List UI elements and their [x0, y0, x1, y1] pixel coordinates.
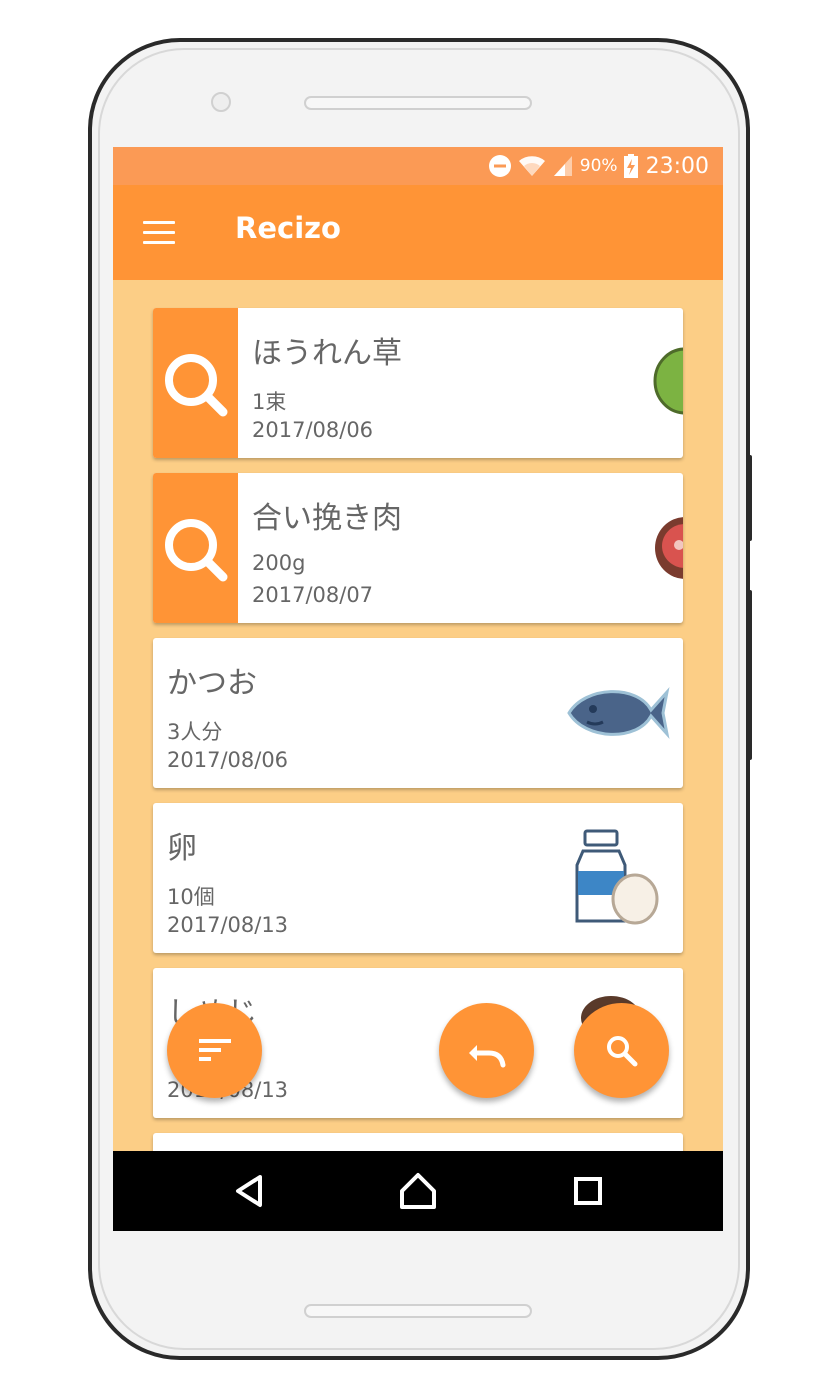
food-item-card[interactable]: かつお 3人分 2017/08/06 — [153, 638, 683, 788]
app-bar: Recizo — [113, 185, 723, 280]
status-bar: 90% 23:00 — [113, 147, 723, 185]
search-button[interactable] — [574, 1003, 669, 1098]
food-item-card[interactable]: 卵 10個 2017/08/13 — [153, 803, 683, 953]
battery-charging-icon — [623, 154, 638, 178]
recents-icon[interactable] — [568, 1171, 608, 1211]
front-camera — [211, 92, 231, 112]
signal-icon — [553, 156, 572, 176]
item-quantity: 3人分 — [167, 720, 223, 744]
spinach-icon — [653, 347, 683, 415]
navigation-bar — [113, 1151, 723, 1231]
item-name: ほうれん草 — [252, 336, 402, 371]
milk-egg-icon — [575, 829, 659, 925]
item-quantity: 1束 — [252, 390, 287, 414]
power-button — [746, 590, 752, 760]
app-title: Recizo — [235, 211, 341, 245]
search-icon — [165, 354, 228, 417]
item-name: かつお — [167, 666, 257, 701]
do-not-disturb-icon — [488, 155, 511, 177]
volume-button — [746, 455, 752, 541]
search-icon — [165, 519, 228, 582]
top-speaker — [304, 96, 532, 110]
recipe-search-button[interactable] — [153, 308, 238, 458]
screen: 90% 23:00 Recizo ほうれん草 1束 2017/08/06 合い挽… — [113, 147, 723, 1231]
wifi-icon — [518, 156, 545, 176]
hamburger-menu-icon[interactable] — [143, 221, 175, 245]
bottom-speaker — [304, 1304, 532, 1318]
item-date: 2017/08/06 — [167, 748, 289, 772]
fish-icon — [567, 686, 670, 740]
clock: 23:00 — [645, 153, 709, 179]
back-icon[interactable] — [230, 1171, 270, 1211]
sort-icon — [199, 1039, 231, 1061]
item-date: 2017/08/13 — [167, 913, 289, 937]
item-date: 2017/08/07 — [252, 583, 374, 607]
item-date: 2017/08/06 — [252, 418, 374, 442]
undo-button[interactable] — [439, 1003, 534, 1098]
item-quantity: 10個 — [167, 885, 215, 909]
food-item-card[interactable]: ほうれん草 1束 2017/08/06 — [153, 308, 683, 458]
item-name: 卵 — [167, 831, 197, 866]
sort-button[interactable] — [167, 1003, 262, 1098]
search-icon — [607, 1036, 638, 1067]
item-quantity: 200g — [252, 551, 306, 575]
recipe-search-button[interactable] — [153, 473, 238, 623]
item-name: 合い挽き肉 — [252, 501, 402, 536]
battery-percent: 90% — [579, 156, 618, 176]
undo-icon — [469, 1045, 506, 1068]
food-item-card[interactable]: 合い挽き肉 200g 2017/08/07 — [153, 473, 683, 623]
meat-icon — [655, 517, 683, 579]
home-icon[interactable] — [398, 1171, 438, 1211]
